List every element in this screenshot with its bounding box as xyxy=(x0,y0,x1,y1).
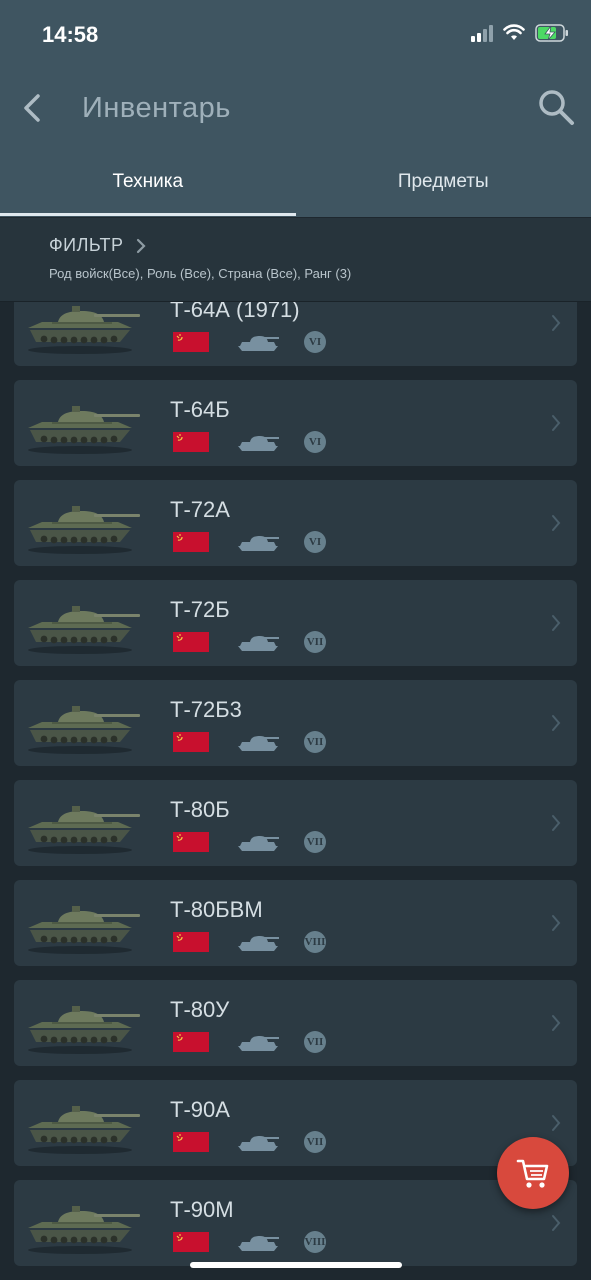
ussr-flag-icon xyxy=(173,1232,209,1252)
chevron-right-icon xyxy=(552,715,561,731)
vehicle-card[interactable]: Т-80БВМ VIII xyxy=(14,880,577,966)
chevron-right-icon xyxy=(552,315,561,331)
vehicle-name: Т-72Б xyxy=(170,597,230,622)
tank-class-icon xyxy=(238,1236,279,1251)
rank-badge: VI xyxy=(304,331,326,353)
filter-bar[interactable]: ФИЛЬТР Род войск(Все), Роль (Все), Стран… xyxy=(0,218,591,302)
search-icon[interactable] xyxy=(535,86,577,128)
vehicle-name: Т-72Б3 xyxy=(170,697,242,722)
ussr-flag-icon xyxy=(173,532,209,552)
tank-thumbnail xyxy=(28,406,140,454)
tank-thumbnail xyxy=(28,506,140,554)
tank-thumbnail xyxy=(28,606,140,654)
page-title: Инвентарь xyxy=(82,92,231,124)
home-indicator xyxy=(190,1262,402,1268)
filter-summary: Род войск(Все), Роль (Все), Страна (Все)… xyxy=(49,266,352,281)
rank-badge: VII xyxy=(304,1131,326,1153)
rank-badge: VI xyxy=(304,531,326,553)
tank-thumbnail xyxy=(28,1106,140,1154)
tank-thumbnail xyxy=(28,706,140,754)
tank-class-icon xyxy=(238,436,279,451)
app-header: 14:58 Инвентарь Техника Предметы xyxy=(0,0,591,217)
vehicle-card[interactable]: Т-80У VII xyxy=(14,980,577,1066)
tank-class-icon xyxy=(238,1136,279,1151)
rank-badge: VII xyxy=(304,831,326,853)
vehicle-name: Т-80У xyxy=(170,997,230,1022)
tank-thumbnail xyxy=(28,1206,140,1254)
chevron-right-icon xyxy=(552,915,561,931)
chevron-right-icon xyxy=(552,615,561,631)
rank-badge: VII xyxy=(304,731,326,753)
tank-class-icon xyxy=(238,936,279,951)
shopping-cart-icon xyxy=(516,1159,549,1188)
tab-items[interactable]: Предметы xyxy=(296,160,591,217)
vehicle-name: Т-90М xyxy=(170,1197,234,1222)
tank-thumbnail xyxy=(28,806,140,854)
battery-charging-icon xyxy=(535,24,568,42)
ussr-flag-icon xyxy=(173,332,209,352)
ussr-flag-icon xyxy=(173,832,209,852)
vehicle-card[interactable]: Т-80Б VII xyxy=(14,780,577,866)
vehicle-card[interactable]: Т-72Б3 VII xyxy=(14,680,577,766)
filter-title: ФИЛЬТР xyxy=(49,235,124,255)
status-icons xyxy=(471,24,569,42)
vehicle-card[interactable]: Т-72Б VII xyxy=(14,580,577,666)
vehicle-name: Т-64Б xyxy=(170,397,230,422)
tank-class-icon xyxy=(238,736,279,751)
vehicle-card[interactable]: Т-90М VIII xyxy=(14,1180,577,1266)
chevron-right-icon xyxy=(552,1115,561,1131)
chevron-right-icon xyxy=(552,1215,561,1231)
status-time: 14:58 xyxy=(42,22,99,47)
tank-thumbnail xyxy=(28,1006,140,1054)
active-tab-indicator xyxy=(0,213,296,216)
rank-badge: VIII xyxy=(304,1231,326,1253)
chevron-right-icon xyxy=(552,415,561,431)
vehicle-name: Т-90А xyxy=(170,1097,230,1122)
chevron-right-icon xyxy=(552,815,561,831)
back-arrow-icon[interactable] xyxy=(16,88,52,128)
tab-bar: Техника Предметы xyxy=(0,160,591,217)
ussr-flag-icon xyxy=(173,1032,209,1052)
tank-class-icon xyxy=(238,336,279,351)
cart-button[interactable] xyxy=(497,1137,569,1209)
ussr-flag-icon xyxy=(173,1132,209,1152)
chevron-right-icon xyxy=(552,1015,561,1031)
vehicle-name: Т-80Б xyxy=(170,797,230,822)
ussr-flag-icon xyxy=(173,932,209,952)
vehicle-card[interactable]: Т-90А VII xyxy=(14,1080,577,1166)
chevron-right-icon xyxy=(136,238,146,254)
tank-class-icon xyxy=(238,1036,279,1051)
vehicle-name: Т-72А xyxy=(170,497,230,522)
vehicle-name: Т-80БВМ xyxy=(170,897,263,922)
cellular-signal-icon xyxy=(471,24,493,42)
ussr-flag-icon xyxy=(173,732,209,752)
ussr-flag-icon xyxy=(173,632,209,652)
tank-thumbnail xyxy=(28,906,140,954)
tank-class-icon xyxy=(238,836,279,851)
vehicle-card[interactable]: Т-64Б VI xyxy=(14,380,577,466)
rank-badge: VII xyxy=(304,1031,326,1053)
tank-class-icon xyxy=(238,536,279,551)
tab-vehicles[interactable]: Техника xyxy=(0,160,296,217)
rank-badge: VI xyxy=(304,431,326,453)
chevron-right-icon xyxy=(552,515,561,531)
ussr-flag-icon xyxy=(173,432,209,452)
tank-class-icon xyxy=(238,636,279,651)
vehicle-card[interactable]: Т-72А VI xyxy=(14,480,577,566)
wifi-icon xyxy=(503,24,525,40)
rank-badge: VIII xyxy=(304,931,326,953)
rank-badge: VII xyxy=(304,631,326,653)
